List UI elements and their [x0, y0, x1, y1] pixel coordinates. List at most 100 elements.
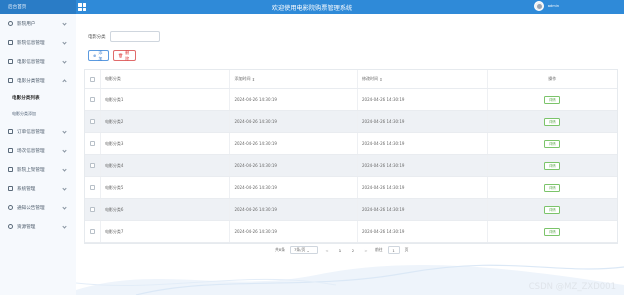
sort-icon: ⇕ [379, 76, 383, 82]
sidebar-item-label: 影院用户 [17, 21, 36, 27]
sidebar-subitem-category-add[interactable]: 电影分类添加 [0, 106, 76, 122]
cell-created: 2024-04-26 14:30:19 [230, 133, 358, 154]
table-row: 电影分类5 2024-04-26 14:30:19 2024-04-26 14:… [85, 177, 617, 199]
add-button[interactable]: ⊕ 添加 [88, 50, 109, 61]
column-header-actions: 操作 [548, 76, 557, 81]
search-input[interactable] [109, 31, 160, 42]
cell-category: 电影分类1 [101, 89, 231, 110]
table-row: 电影分类3 2024-04-26 14:30:19 2024-04-26 14:… [85, 133, 617, 155]
cell-category: 电影分类2 [101, 111, 231, 132]
chevron-down-icon [62, 224, 67, 229]
chevron-down-icon [62, 40, 67, 45]
row-checkbox[interactable] [89, 207, 95, 212]
sidebar-item-cinema-shelf[interactable]: 影院上架管理 [0, 160, 76, 179]
sidebar-item-movie-category[interactable]: 电影分类管理 [0, 71, 76, 90]
cell-created: 2024-04-26 14:30:19 [230, 111, 358, 132]
info-icon [8, 205, 13, 210]
top-bar: 后台首页 欢迎使用电影院购票管理系统 admin [0, 0, 624, 14]
sidebar-item-label: 系统管理 [17, 186, 36, 192]
row-checkbox[interactable] [89, 119, 95, 124]
sidebar: 影院用户 影院信息管理 电影信息管理 电影分类管理 电影分类列表 电影分类添加 … [0, 14, 76, 295]
column-header-created[interactable]: 添加时间 ⇕ [230, 70, 358, 88]
sidebar-item-cinema-info[interactable]: 影院信息管理 [0, 33, 76, 52]
gear-icon [8, 224, 13, 229]
sidebar-item-label: 场次信息管理 [17, 148, 45, 154]
detail-button[interactable]: 详情 [544, 95, 561, 104]
list-icon [8, 78, 13, 83]
detail-button[interactable]: 详情 [544, 117, 561, 126]
user-icon [8, 21, 13, 26]
settings-icon [8, 186, 13, 191]
delete-button[interactable]: 🗑 删除 [113, 50, 136, 61]
chevron-up-icon [62, 79, 67, 84]
chevron-down-icon [62, 59, 67, 64]
list-icon [8, 148, 13, 153]
cell-updated: 2024-04-26 14:30:19 [358, 155, 488, 176]
row-checkbox[interactable] [89, 97, 95, 102]
cell-created: 2024-04-26 14:30:19 [230, 177, 358, 198]
sidebar-item-system[interactable]: 系统管理 [0, 179, 76, 198]
chevron-down-icon [62, 148, 67, 153]
sidebar-item-users[interactable]: 影院用户 [0, 14, 76, 33]
add-button-label: 添加 [98, 49, 103, 61]
cell-created: 2024-04-26 14:30:19 [230, 199, 358, 220]
delete-button-label: 删除 [125, 49, 130, 61]
table-header-row: 电影分类 添加时间 ⇕ 修改时间 ⇕ 操作 [85, 70, 617, 89]
search-bar: 电影分类 [88, 31, 160, 42]
cell-updated: 2024-04-26 14:30:19 [358, 111, 488, 132]
row-checkbox[interactable] [89, 141, 95, 146]
search-label: 电影分类 [88, 34, 106, 40]
table-row: 电影分类7 2024-04-26 14:30:19 2024-04-26 14:… [85, 221, 617, 243]
sidebar-item-label: 订单信息管理 [17, 129, 45, 135]
sidebar-item-label: 电影分类管理 [17, 78, 45, 84]
plus-icon: ⊕ [93, 53, 97, 58]
sidebar-subitem-category-list[interactable]: 电影分类列表 [0, 90, 76, 106]
select-all-checkbox[interactable] [89, 76, 95, 82]
cell-updated: 2024-04-26 14:30:19 [358, 177, 488, 198]
cell-created: 2024-04-26 14:30:19 [230, 221, 358, 242]
cell-updated: 2024-04-26 14:30:19 [358, 221, 488, 242]
detail-button[interactable]: 详情 [544, 139, 561, 148]
watermark: CSDN @MZ_ZXD001 [528, 282, 616, 292]
category-table: 电影分类 添加时间 ⇕ 修改时间 ⇕ 操作 电影分类1 2024-04-26 1… [84, 69, 618, 244]
sidebar-item-resources[interactable]: 资源管理 [0, 217, 76, 236]
cell-category: 电影分类5 [101, 177, 231, 198]
select-all-cell [85, 70, 101, 88]
avatar[interactable] [533, 1, 544, 11]
sidebar-item-notices[interactable]: 通知公告管理 [0, 198, 76, 217]
cell-category: 电影分类3 [101, 133, 231, 154]
sidebar-item-movie-info[interactable]: 电影信息管理 [0, 52, 76, 71]
row-checkbox[interactable] [89, 185, 95, 190]
row-checkbox[interactable] [89, 229, 95, 234]
detail-button[interactable]: 详情 [544, 205, 561, 214]
table-row: 电影分类2 2024-04-26 14:30:19 2024-04-26 14:… [85, 111, 617, 133]
column-header-category: 电影分类 [101, 70, 231, 88]
page-title: 欢迎使用电影院购票管理系统 [271, 5, 353, 12]
detail-button[interactable]: 详情 [544, 183, 561, 192]
column-header-updated[interactable]: 修改时间 ⇕ [358, 70, 488, 88]
row-checkbox[interactable] [89, 163, 95, 168]
action-buttons: ⊕ 添加 🗑 删除 [88, 50, 136, 61]
sidebar-item-label: 影院上架管理 [17, 167, 45, 173]
sidebar-item-sessions[interactable]: 场次信息管理 [0, 141, 76, 160]
username: admin [547, 4, 559, 8]
table-row: 电影分类1 2024-04-26 14:30:19 2024-04-26 14:… [85, 89, 617, 111]
column-header-label: 修改时间 [361, 76, 378, 81]
detail-button[interactable]: 详情 [544, 227, 561, 236]
trash-icon: 🗑 [118, 53, 124, 58]
sidebar-item-label: 资源管理 [17, 224, 36, 230]
table-row: 电影分类6 2024-04-26 14:30:19 2024-04-26 14:… [85, 199, 617, 221]
main-content: 电影分类 ⊕ 添加 🗑 删除 电影分类 添加时间 ⇕ 修改时间 ⇕ 操作 电影分… [76, 14, 624, 295]
cell-updated: 2024-04-26 14:30:19 [358, 199, 488, 220]
cell-category: 电影分类6 [101, 199, 231, 220]
detail-button[interactable]: 详情 [544, 161, 561, 170]
user-menu[interactable]: admin [533, 1, 559, 11]
list-icon [8, 167, 13, 172]
sidebar-item-label: 通知公告管理 [17, 205, 45, 211]
sidebar-item-orders[interactable]: 订单信息管理 [0, 122, 76, 141]
cell-category: 电影分类7 [101, 221, 231, 242]
cell-updated: 2024-04-26 14:30:19 [358, 133, 488, 154]
cell-updated: 2024-04-26 14:30:19 [358, 89, 488, 110]
chevron-down-icon [62, 129, 67, 134]
sidebar-item-label: 电影信息管理 [17, 59, 45, 65]
